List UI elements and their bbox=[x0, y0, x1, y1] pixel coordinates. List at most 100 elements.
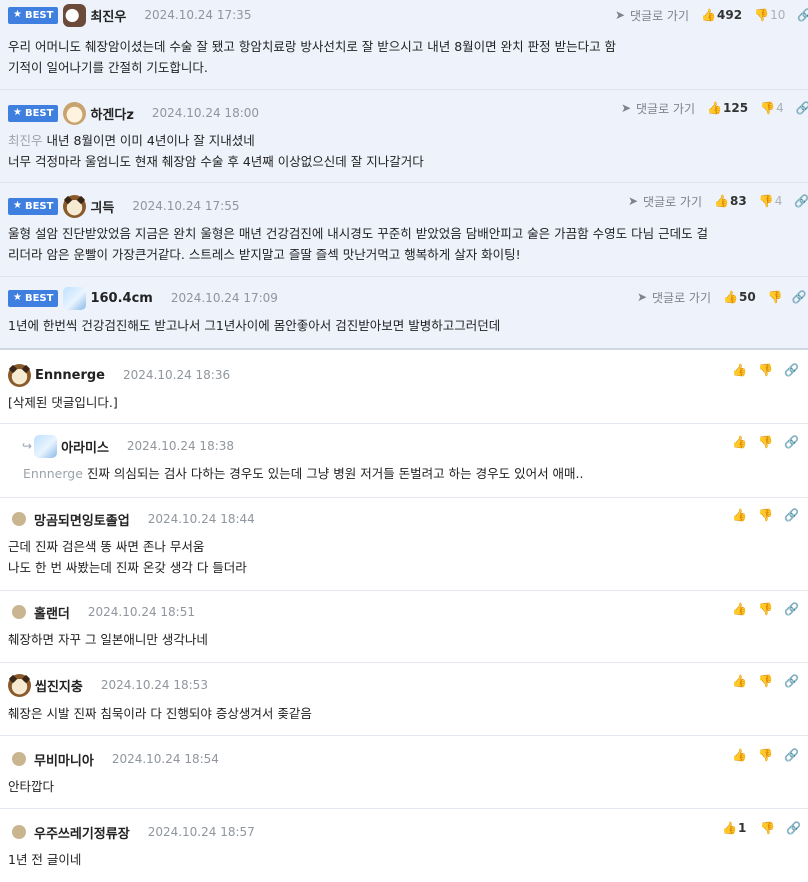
comment-author[interactable]: 긔득 bbox=[90, 197, 114, 216]
downvote-button[interactable]: 👎 bbox=[758, 363, 773, 377]
avatar[interactable] bbox=[12, 605, 26, 619]
mention-tag[interactable]: Ennnerge bbox=[23, 466, 83, 481]
upvote-button[interactable]: 👍 bbox=[732, 602, 747, 616]
avatar[interactable] bbox=[63, 194, 87, 218]
thumbs-down-icon: 👎 bbox=[758, 363, 773, 377]
thumbs-down-icon: 👎 bbox=[758, 508, 773, 522]
comment-author[interactable]: Ennnerge bbox=[35, 368, 105, 383]
goto-comment-button[interactable]: ➤ 댓글로 가기 bbox=[636, 289, 711, 306]
copy-link-button[interactable]: 🔗 bbox=[797, 8, 808, 22]
comment: Ennnerge 2024.10.24 18:36 👍 👎 🔗 [삭제된 댓글입… bbox=[0, 350, 808, 424]
avatar[interactable] bbox=[12, 825, 26, 839]
goto-comment-button[interactable]: ➤ 댓글로 가기 bbox=[614, 7, 689, 24]
comment-author[interactable]: 하겐다z bbox=[90, 104, 133, 123]
comment-author[interactable]: 아라미스 bbox=[61, 437, 109, 456]
downvote-button[interactable]: 👎 bbox=[758, 748, 773, 762]
comment-date: 2024.10.24 18:54 bbox=[111, 752, 219, 766]
downvote-button[interactable]: 👎 bbox=[768, 290, 783, 304]
downvote-button[interactable]: 👎 10 bbox=[754, 8, 785, 22]
comment-date: 2024.10.24 18:53 bbox=[100, 678, 208, 692]
avatar[interactable] bbox=[63, 3, 87, 27]
send-icon: ➤ bbox=[636, 290, 648, 304]
comment-body: 우리 어머니도 췌장암이셨는데 수술 잘 됐고 항암치료랑 방사선치로 잘 받으… bbox=[8, 39, 617, 75]
upvote-button[interactable]: 👍 492 bbox=[701, 8, 742, 22]
comment-author[interactable]: 홀랜더 bbox=[34, 603, 70, 622]
thumbs-up-icon: 👍 bbox=[722, 821, 737, 835]
downvote-button[interactable]: 👎 bbox=[758, 508, 773, 522]
send-icon: ➤ bbox=[614, 8, 626, 22]
upvote-button[interactable]: 👍 bbox=[732, 748, 747, 762]
copy-link-button[interactable]: 🔗 bbox=[784, 748, 799, 762]
downvote-button[interactable]: 👎 bbox=[758, 602, 773, 616]
comment-date: 2024.10.24 17:35 bbox=[144, 8, 252, 22]
comment-author[interactable]: 160.4cm bbox=[90, 291, 152, 306]
copy-link-button[interactable]: 🔗 bbox=[784, 508, 799, 522]
downvote-button[interactable]: 👎 4 bbox=[760, 101, 784, 115]
comment-author[interactable]: 씹진지충 bbox=[35, 676, 83, 695]
avatar[interactable] bbox=[63, 286, 87, 310]
copy-link-button[interactable]: 🔗 bbox=[794, 194, 808, 208]
thumbs-down-icon: 👎 bbox=[760, 101, 776, 115]
copy-link-button[interactable]: 🔗 bbox=[784, 363, 799, 377]
best-comment: ★ BEST 160.4cm 2024.10.24 17:09 ➤ 댓글로 가기 👍… bbox=[0, 277, 808, 350]
send-icon: ➤ bbox=[627, 194, 639, 208]
upvote-button[interactable]: 👍 bbox=[732, 508, 747, 522]
comment-author[interactable]: 망곰되면잉토졸업 bbox=[34, 510, 130, 529]
thumbs-down-icon: 👎 bbox=[758, 435, 773, 449]
upvote-button[interactable]: 👍 83 bbox=[714, 194, 747, 208]
comment-author[interactable]: 우주쓰레기정류장 bbox=[34, 823, 130, 842]
comment-date: 2024.10.24 18:38 bbox=[126, 439, 235, 453]
thumbs-down-icon: 👎 bbox=[754, 8, 770, 22]
comment-body: 1년에 한번씩 건강검진해도 받고나서 그1년사이에 몸안좋아서 검진받아보면 … bbox=[8, 318, 501, 333]
comment-date: 2024.10.24 18:36 bbox=[123, 368, 231, 382]
copy-link-button[interactable]: 🔗 bbox=[792, 290, 807, 304]
thumbs-down-icon: 👎 bbox=[758, 194, 774, 208]
avatar[interactable] bbox=[8, 363, 31, 387]
copy-link-button[interactable]: 🔗 bbox=[784, 435, 799, 449]
avatar[interactable] bbox=[12, 752, 26, 766]
downvote-button[interactable]: 👎 4 bbox=[759, 194, 783, 208]
comment-list: ★ BEST 최진우 2024.10.24 17:35 ➤ 댓글로 가기 👍 492 … bbox=[0, 0, 808, 882]
comment-body: 췌장하면 자꾸 그 일본애니만 생각나네 bbox=[8, 632, 208, 647]
comment-date: 2024.10.24 18:57 bbox=[147, 825, 255, 839]
thumbs-up-icon: 👍 bbox=[732, 674, 747, 688]
upvote-button[interactable]: 👍 bbox=[732, 435, 747, 449]
avatar[interactable] bbox=[34, 434, 58, 458]
comment-author[interactable]: 최진우 bbox=[90, 6, 126, 25]
upvote-button[interactable]: 👍 50 bbox=[723, 290, 756, 304]
comment-body: 근데 진짜 검은색 똥 싸면 존나 무서움 나도 한 번 싸봤는데 진짜 온갖 … bbox=[8, 539, 247, 575]
copy-link-button[interactable]: 🔗 bbox=[784, 602, 799, 616]
link-icon: 🔗 bbox=[784, 674, 799, 688]
upvote-button[interactable]: 👍 bbox=[732, 674, 747, 688]
link-icon: 🔗 bbox=[784, 602, 799, 616]
comment-author[interactable]: 무비마니아 bbox=[34, 750, 94, 769]
upvote-button[interactable]: 👍 125 bbox=[707, 101, 748, 115]
avatar[interactable] bbox=[63, 101, 87, 125]
star-icon: ★ bbox=[13, 107, 22, 118]
comment: 씹진지충 2024.10.24 18:53 👍 👎 🔗 췌장은 시발 진짜 침묵… bbox=[0, 663, 808, 736]
star-icon: ★ bbox=[13, 200, 22, 211]
thumbs-down-icon: 👎 bbox=[758, 748, 773, 762]
goto-comment-button[interactable]: ➤ 댓글로 가기 bbox=[627, 193, 702, 210]
comment-body: 안타깝다 bbox=[8, 779, 55, 794]
upvote-button[interactable]: 👍 bbox=[732, 363, 747, 377]
mention-tag[interactable]: 최진우 bbox=[8, 133, 43, 148]
reply-arrow-icon: ↪ bbox=[22, 439, 33, 453]
link-icon: 🔗 bbox=[784, 435, 799, 449]
comment-date: 2024.10.24 18:00 bbox=[151, 106, 260, 120]
avatar[interactable] bbox=[8, 673, 31, 697]
avatar[interactable] bbox=[12, 512, 26, 526]
copy-link-button[interactable]: 🔗 bbox=[784, 674, 799, 688]
comment: 우주쓰레기정류장 2024.10.24 18:57 👍 1 👎 🔗 1년 전 글이… bbox=[0, 809, 808, 882]
downvote-button[interactable]: 👎 bbox=[758, 435, 773, 449]
send-icon: ➤ bbox=[620, 101, 632, 115]
thumbs-up-icon: 👍 bbox=[732, 508, 747, 522]
thumbs-up-icon: 👍 bbox=[707, 101, 722, 115]
downvote-button[interactable]: 👎 bbox=[758, 674, 773, 688]
upvote-button[interactable]: 👍 1 bbox=[722, 821, 746, 835]
copy-link-button[interactable]: 🔗 bbox=[796, 101, 808, 115]
link-icon: 🔗 bbox=[784, 508, 799, 522]
copy-link-button[interactable]: 🔗 bbox=[786, 821, 801, 835]
downvote-button[interactable]: 👎 bbox=[760, 821, 775, 835]
goto-comment-button[interactable]: ➤ 댓글로 가기 bbox=[620, 100, 695, 117]
